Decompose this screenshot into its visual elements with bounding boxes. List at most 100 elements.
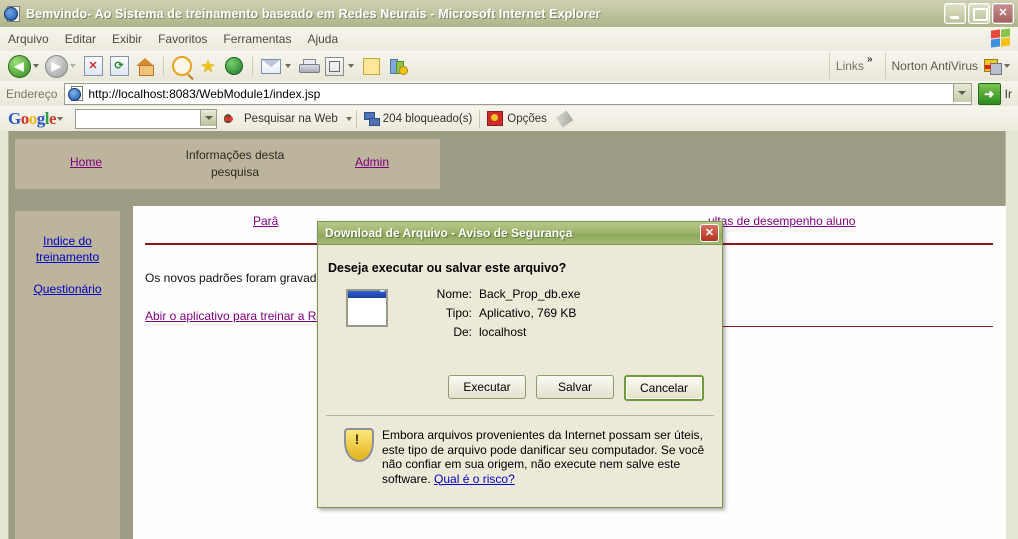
address-label: Endereço [6,86,58,101]
detail-value-de: localhost [479,325,527,339]
dialog-title: Download de Arquivo - Aviso de Segurança [325,226,573,240]
window-title: Bemvindo- Ao Sistema de treinamento base… [26,6,601,21]
page-scrollbar[interactable] [1005,131,1018,539]
google-search-history-button[interactable] [200,109,217,126]
sidebar-item-questionario[interactable]: Questionário [15,281,120,297]
toolbar-divider-3 [828,53,830,79]
mail-icon[interactable] [258,54,284,78]
close-button[interactable]: ✕ [992,3,1014,24]
links-bar[interactable]: Links » [835,54,879,73]
google-search-web-button[interactable]: Pesquisar na Web [217,112,345,126]
search-icon[interactable] [169,54,195,78]
norton-icon [984,58,1002,75]
google-logo[interactable]: Google [0,109,57,129]
google-toolbar: Google Pesquisar na Web 204 bloqueado(s)… [0,106,1018,132]
detail-label-nome: Nome: [436,287,472,301]
detail-label-de: De: [453,325,472,339]
nav-link-home[interactable]: Home [70,155,102,169]
edit-note-icon[interactable] [358,54,384,78]
content-link-abrir-aplicativo[interactable]: Abir o aplicativo para treinar a Rede [145,309,336,323]
home-button[interactable] [132,54,158,78]
detail-label-tipo: Tipo: [445,306,472,320]
run-button[interactable]: Executar [448,375,526,399]
google-popup-blocker-button[interactable]: 204 bloqueado(s) [357,112,480,126]
links-label: Links [835,59,864,73]
refresh-button[interactable]: ⟳ [106,54,132,78]
dialog-titlebar: Download de Arquivo - Aviso de Segurança… [318,222,722,245]
mail-chevron-down-icon[interactable] [285,64,291,68]
toolbar-divider-4 [884,53,886,79]
menu-item-arquivo[interactable]: Arquivo [0,29,57,49]
fullscreen-chevron-down-icon[interactable] [348,64,354,68]
detail-row-tipo: Tipo: Aplicativo, 769 KB [418,306,580,320]
close-icon: ✕ [998,7,1008,19]
browser-window: Bemvindo- Ao Sistema de treinamento base… [0,0,1018,539]
save-button[interactable]: Salvar [536,375,614,399]
windows-flag-icon [991,28,1013,48]
warning-text: Embora arquivos provenientes da Internet… [382,428,705,486]
warning-shield-icon: ! [344,428,374,462]
toolbar-divider [163,56,164,76]
shield-exclamation-glyph: ! [354,431,360,447]
dialog-warning-panel: ! Embora arquivos provenientes da Intern… [326,422,714,496]
options-label: Opções [507,112,547,125]
dialog-body: Deseja executar ou salvar este arquivo? … [318,245,722,417]
norton-chevron-down-icon[interactable] [1004,64,1010,68]
window-controls: ✕ [944,3,1014,24]
executable-file-icon [346,288,388,327]
menu-item-ajuda[interactable]: Ajuda [299,29,346,49]
highlight-pencil-icon[interactable] [555,109,574,128]
norton-antivirus-bar[interactable]: Norton AntiVirus [891,58,1018,75]
menu-item-ferramentas[interactable]: Ferramentas [215,29,299,49]
site-navbar: Home Informações desta pesquisa Admin [15,139,440,189]
fullscreen-icon[interactable] [321,54,347,78]
page-left-edge [0,131,9,539]
menu-item-favoritos[interactable]: Favoritos [150,29,215,49]
content-paragraph: Os novos padrões foram gravados c [145,271,339,285]
dialog-close-button[interactable]: ✕ [700,224,719,242]
forward-button[interactable]: ▶ [43,54,69,78]
google-search-input[interactable] [75,108,218,129]
search-web-label: Pesquisar na Web [244,112,338,125]
dialog-button-row: Executar Salvar Cancelar [318,375,722,401]
popup-blocked-count: 204 bloqueado(s) [382,112,473,125]
search-web-icon [224,112,240,126]
file-download-dialog: Download de Arquivo - Aviso de Segurança… [317,221,723,508]
sidebar-item-indice-treinamento[interactable]: Indice do treinamento [15,233,120,265]
address-bar: Endereço http://localhost:8083/WebModule… [0,81,1018,107]
favorites-star-icon[interactable]: ★ [195,54,221,78]
address-input[interactable]: http://localhost:8083/WebModule1/index.j… [64,82,972,105]
links-chevron-icon[interactable]: » [867,54,873,65]
google-menu-chevron-down-icon[interactable] [57,116,64,121]
print-icon[interactable] [295,54,321,78]
back-button[interactable]: ◀ [6,54,32,78]
address-dropdown-button[interactable] [952,83,971,102]
history-globe-icon[interactable] [221,54,247,78]
warning-risk-link[interactable]: Qual é o risco? [434,472,515,486]
window-titlebar: Bemvindo- Ao Sistema de treinamento base… [0,0,1018,28]
go-button[interactable]: ➜ [977,82,1001,105]
nav-label-info: Informações desta pesquisa [185,148,285,179]
maximize-button[interactable] [968,3,990,24]
detail-row-de: De: localhost [418,325,580,339]
cancel-button[interactable]: Cancelar [624,375,704,401]
content-link-consultas-desempenho[interactable]: ultas de desempenho aluno [708,214,855,228]
forward-history-chevron-down-icon[interactable] [70,64,76,68]
menu-item-editar[interactable]: Editar [57,29,104,49]
content-divider-2 [718,326,993,327]
search-web-chevron-down-icon[interactable] [345,116,352,121]
nav-link-admin[interactable]: Admin [355,155,389,169]
internet-explorer-icon [4,5,21,22]
back-history-chevron-down-icon[interactable] [33,64,39,68]
go-label[interactable]: Ir [1005,87,1018,101]
browser-toolbar: ◀ ▶ ✕ ⟳ ★ Links » Norton AntiVirus [0,51,1018,82]
content-link-parametros[interactable]: Parâ [253,214,278,228]
menu-item-exibir[interactable]: Exibir [104,29,150,49]
messenger-icon[interactable] [384,54,410,78]
stop-button[interactable]: ✕ [80,54,106,78]
norton-label: Norton AntiVirus [891,59,979,73]
dialog-separator [326,415,714,416]
minimize-button[interactable] [944,3,966,24]
google-options-button[interactable]: Opções [480,111,554,126]
